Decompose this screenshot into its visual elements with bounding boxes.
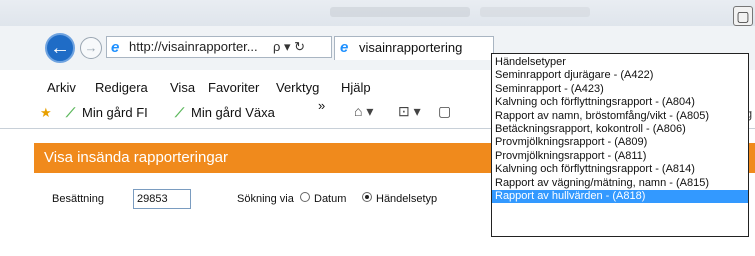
dropdown-option[interactable]: Rapport av namn, bröstomfång/vikt - (A80… (492, 110, 748, 123)
fav-min-gard-fi[interactable]: Min gård FI (82, 105, 148, 120)
favorites-star-icon[interactable]: ★ (40, 105, 52, 121)
dropdown-option[interactable]: Kalvning och förflyttningsrapport - (A81… (492, 163, 748, 176)
leaf-icon: ⟋ (66, 105, 76, 120)
dropdown-option-selected[interactable]: Rapport av hullvärden - (A818) (492, 189, 748, 204)
favorites-overflow[interactable]: » (318, 98, 325, 113)
forward-button[interactable]: → (80, 37, 102, 59)
blurred-tab-title-2 (480, 7, 590, 17)
radio-handelsetyp-label[interactable]: Händelsetyp (376, 193, 437, 205)
window-button[interactable]: ▢ (733, 6, 753, 26)
fav-min-gard-vaxa[interactable]: Min gård Växa (191, 105, 275, 120)
radio-handelsetyp[interactable] (362, 192, 372, 202)
address-controls[interactable]: ρ ▾ ↻ (273, 37, 305, 57)
blurred-tab-title (330, 7, 470, 17)
menu-verktyg[interactable]: Verktyg (276, 80, 319, 95)
tab-ie-icon: e (340, 39, 349, 56)
rss-icon[interactable]: ⊡ ▾ (398, 103, 421, 120)
page-title: Visa insända rapporteringar (44, 149, 229, 166)
radio-datum-label[interactable]: Datum (314, 193, 346, 205)
besattning-input[interactable]: 29853 (133, 189, 191, 209)
tab-label: visainrapportering (359, 40, 463, 55)
leaf-icon-2: ⟋ (175, 105, 185, 120)
dropdown-option[interactable]: Provmjölkningsrapport - (A811) (492, 150, 748, 163)
address-bar[interactable]: e http://visainrapporter... ρ ▾ ↻ (106, 36, 332, 58)
radio-datum[interactable] (300, 192, 310, 202)
home-icon[interactable]: ⌂ ▾ (354, 103, 373, 120)
menu-hjalp[interactable]: Hjälp (341, 80, 371, 95)
back-button[interactable]: ← (45, 33, 75, 63)
dropdown-option[interactable]: Rapport av vägning/mätning, namn - (A815… (492, 177, 748, 190)
handelsetyp-dropdown-list[interactable]: Händelsetyper Seminrapport djurägare - (… (491, 53, 749, 237)
dropdown-option[interactable]: Kalvning och förflyttningsrapport - (A80… (492, 96, 748, 109)
besattning-label: Besättning (52, 193, 104, 205)
menu-visa[interactable]: Visa (170, 80, 195, 95)
menu-redigera[interactable]: Redigera (95, 80, 148, 95)
dropdown-option[interactable]: Händelsetyper (492, 56, 748, 69)
menu-favoriter[interactable]: Favoriter (208, 80, 259, 95)
browser-tab[interactable]: e visainrapportering (334, 36, 494, 60)
print-icon[interactable]: ▢ (438, 103, 451, 120)
dropdown-option[interactable]: Seminrapport djurägare - (A422) (492, 69, 748, 82)
window-titlebar: ▢ (0, 0, 755, 26)
address-url[interactable]: http://visainrapporter... (129, 37, 258, 57)
ie-icon: e (111, 39, 120, 56)
dropdown-option[interactable]: Seminrapport - (A423) (492, 83, 748, 96)
dropdown-option[interactable]: Provmjölkningsrapport - (A809) (492, 136, 748, 149)
menu-arkiv[interactable]: Arkiv (47, 80, 76, 95)
sokning-label: Sökning via (237, 193, 294, 205)
dropdown-option[interactable]: Betäckningsrapport, kokontroll - (A806) (492, 123, 748, 136)
